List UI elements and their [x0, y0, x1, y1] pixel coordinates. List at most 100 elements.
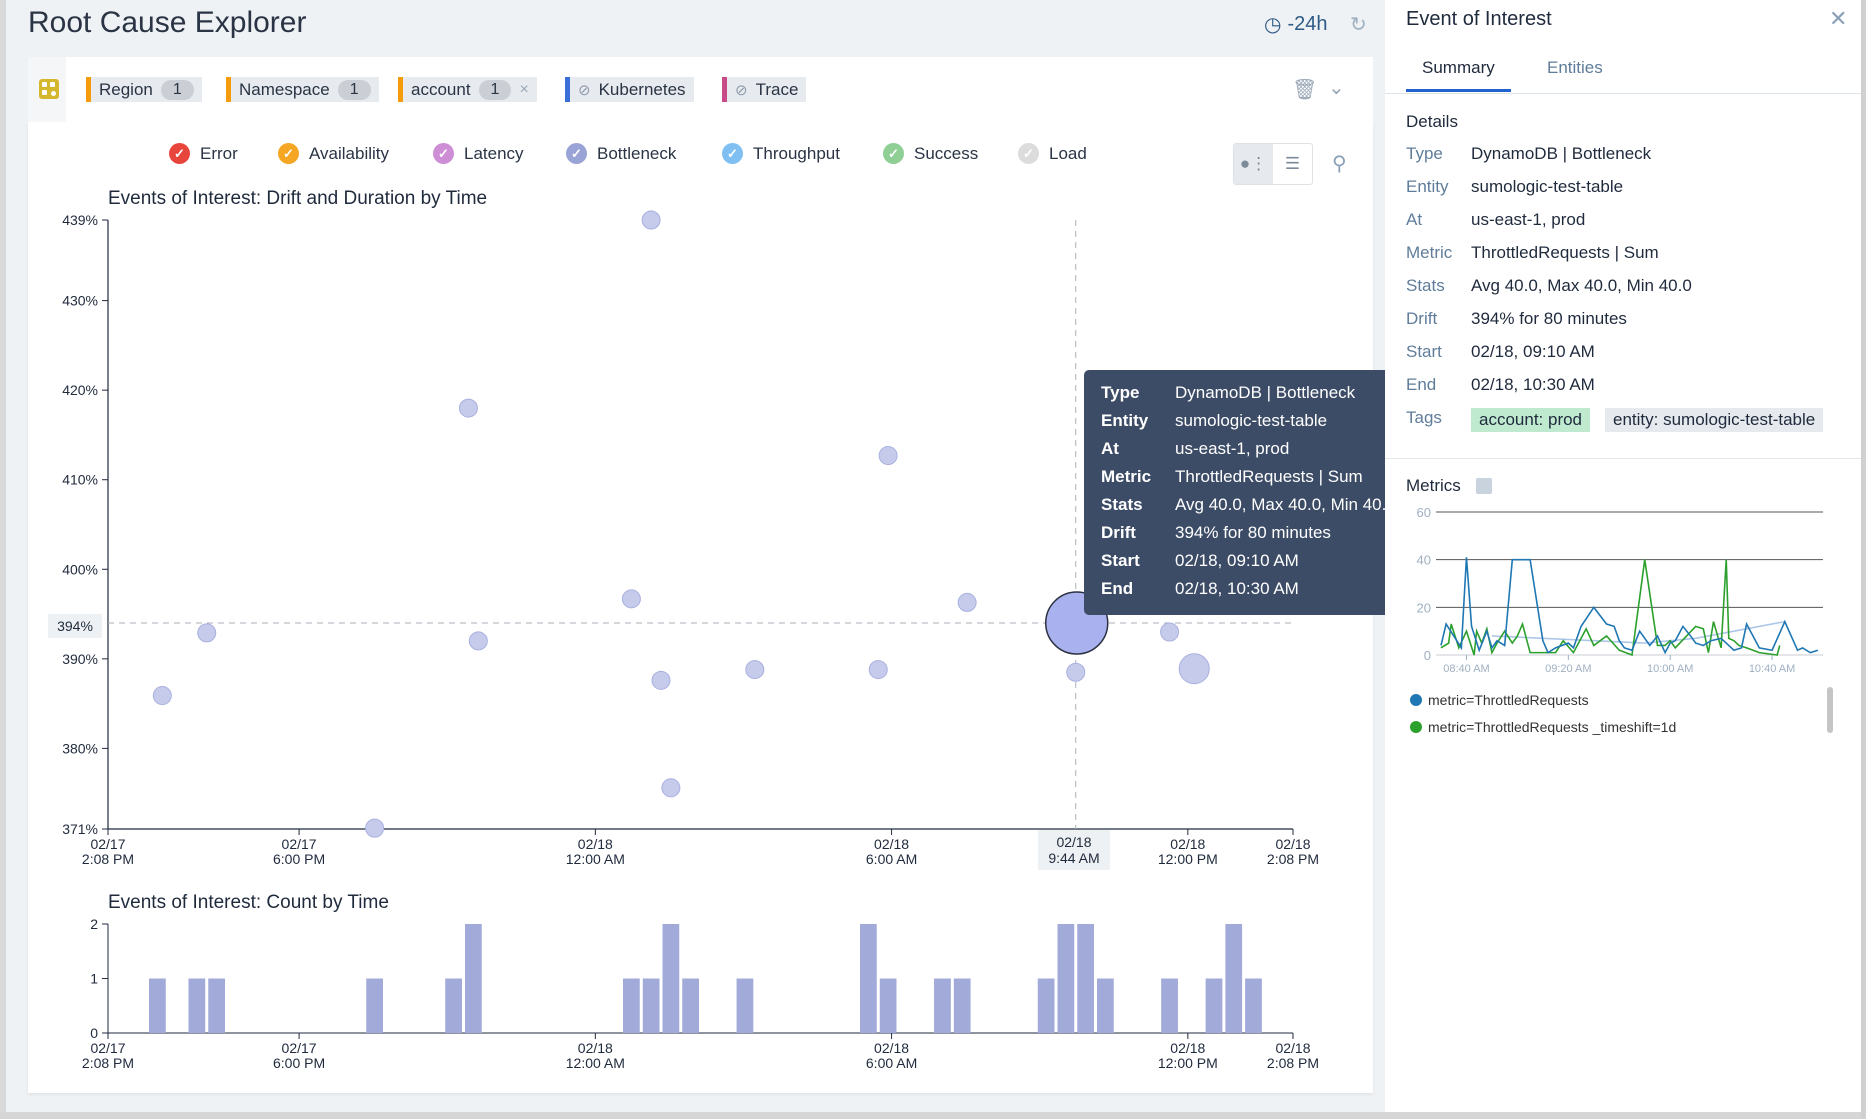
bar-x-tick-date: 02/18	[578, 1040, 613, 1056]
bar-y-tick-label: 1	[90, 971, 98, 987]
event-bubble[interactable]	[365, 818, 385, 838]
metrics-line-chart[interactable]: 0 20 40 60 08:40 AM 09:20 AM 10:00 AM 10:40 AM	[1385, 0, 1861, 700]
metrics-legend-item[interactable]: metric=ThrottledRequests	[1410, 692, 1589, 708]
metrics-series-line[interactable]	[1440, 557, 1819, 655]
scatter-x-tick-time: 12:00 AM	[566, 851, 625, 867]
count-bar[interactable]	[623, 978, 640, 1034]
bar-x-tick-date: 02/18	[1170, 1040, 1205, 1056]
scatter-x-tick-time: 6:00 AM	[866, 851, 917, 867]
bar-x-tick-time: 12:00 PM	[1158, 1055, 1218, 1071]
count-bar[interactable]	[188, 978, 206, 1034]
count-bar[interactable]	[736, 978, 754, 1034]
event-bubble[interactable]	[458, 398, 478, 418]
event-bubble[interactable]	[1066, 662, 1086, 682]
count-bar[interactable]	[662, 924, 680, 1033]
bar-x-tick-date: 02/18	[1275, 1040, 1310, 1056]
y-tick-label: 380%	[62, 740, 98, 756]
event-bubble[interactable]	[1178, 653, 1210, 685]
root-cause-explorer-panel: Root Cause Explorer ◷ -24h ↻ Region 1 Name…	[0, 0, 1414, 1112]
y-tick-label: 371%	[62, 821, 98, 837]
count-bar[interactable]	[1077, 924, 1094, 1033]
crosshair-x-label: 02/18 9:44 AM	[1038, 830, 1110, 870]
event-bubble[interactable]	[661, 778, 681, 798]
count-bar[interactable]	[1037, 978, 1055, 1034]
crosshair-x-date: 02/18	[1056, 834, 1092, 850]
bar-x-tick-time: 2:08 PM	[82, 1055, 134, 1071]
tooltip-row-start: Start 02/18, 09:10 AM	[1101, 551, 1299, 571]
tooltip-row-metric: Metric ThrottledRequests | Sum	[1101, 467, 1363, 487]
event-bubble[interactable]	[745, 660, 765, 680]
scatter-x-tick-time: 2:08 PM	[1267, 851, 1319, 867]
scatter-x-tick-time: 6:00 PM	[273, 851, 325, 867]
event-tooltip: Type DynamoDB | Bottleneck Entity sumologic…	[1084, 370, 1414, 615]
count-bar[interactable]	[879, 978, 897, 1034]
metrics-legend-label: metric=ThrottledRequests _timeshift=1d	[1428, 719, 1677, 735]
event-bubble[interactable]	[641, 210, 661, 230]
y-tick-label: 439%	[62, 212, 98, 228]
event-bubble[interactable]	[651, 670, 671, 690]
tooltip-value: 394% for 80 minutes	[1175, 523, 1331, 542]
event-bubble[interactable]	[468, 631, 488, 651]
count-bar[interactable]	[953, 978, 971, 1034]
event-bubble[interactable]	[957, 592, 977, 612]
metrics-x-tick-label: 10:00 AM	[1647, 663, 1693, 675]
metrics-legend-scrollbar[interactable]	[1827, 687, 1833, 733]
metrics-x-tick-label: 10:40 AM	[1749, 663, 1795, 675]
scatter-x-tick-date: 02/18	[1170, 836, 1205, 852]
count-bar[interactable]	[465, 924, 482, 1033]
count-bar[interactable]	[1097, 978, 1114, 1034]
tooltip-value: ThrottledRequests | Sum	[1175, 467, 1363, 486]
bar-y-tick-label: 0	[90, 1025, 98, 1041]
tooltip-row-stats: Stats Avg 40.0, Max 40.0, Min 40.0	[1101, 495, 1396, 515]
tooltip-key: Type	[1101, 383, 1140, 402]
count-bar[interactable]	[1057, 924, 1075, 1033]
tooltip-key: Metric	[1101, 467, 1152, 486]
tooltip-key: At	[1101, 439, 1119, 458]
tooltip-row-drift: Drift 394% for 80 minutes	[1101, 523, 1331, 543]
count-bar[interactable]	[1245, 978, 1262, 1034]
series-color-dot	[1410, 694, 1422, 706]
y-tick-label: 400%	[62, 561, 98, 577]
event-of-interest-panel: Event of Interest ✕ Summary Entities Det…	[1385, 0, 1861, 1112]
scatter-x-tick-date: 02/18	[578, 836, 613, 852]
event-bubble[interactable]	[152, 686, 172, 706]
count-bar[interactable]	[642, 978, 660, 1034]
y-tick-label: 430%	[62, 293, 98, 309]
series-color-dot	[1410, 721, 1422, 733]
tooltip-value: us-east-1, prod	[1175, 439, 1290, 458]
metrics-legend-item[interactable]: metric=ThrottledRequests _timeshift=1d	[1410, 719, 1676, 735]
crosshair-y-label: 394%	[48, 614, 102, 638]
count-bar[interactable]	[1161, 978, 1178, 1034]
count-bar[interactable]	[1205, 978, 1223, 1034]
event-bubble[interactable]	[1160, 622, 1180, 642]
bar-x-tick-date: 02/17	[282, 1040, 317, 1056]
bar-x-tick-date: 02/17	[90, 1040, 125, 1056]
scatter-x-tick-date: 02/18	[1275, 836, 1310, 852]
window-scrollbar[interactable]	[1861, 0, 1866, 1119]
bar-x-tick-time: 6:00 PM	[273, 1055, 325, 1071]
event-bubble[interactable]	[878, 446, 898, 466]
tooltip-key: Drift	[1101, 523, 1136, 542]
count-bar[interactable]	[366, 978, 383, 1034]
metrics-y-tick-label: 20	[1417, 600, 1431, 615]
tooltip-row-end: End 02/18, 10:30 AM	[1101, 579, 1299, 599]
count-bar[interactable]	[682, 978, 699, 1034]
count-bar[interactable]	[860, 924, 877, 1033]
count-bar[interactable]	[149, 978, 166, 1034]
metrics-legend-label: metric=ThrottledRequests	[1428, 692, 1589, 708]
count-bar[interactable]	[445, 978, 462, 1034]
metrics-y-tick-label: 40	[1417, 553, 1431, 568]
count-bar[interactable]	[1225, 924, 1243, 1033]
crosshair-x-time: 9:44 AM	[1048, 850, 1100, 866]
metrics-x-tick-label: 08:40 AM	[1443, 663, 1489, 675]
count-bar[interactable]	[208, 978, 225, 1034]
event-bubble[interactable]	[868, 660, 888, 680]
event-bubble[interactable]	[621, 589, 641, 609]
y-tick-label: 420%	[62, 382, 98, 398]
count-bar[interactable]	[934, 978, 951, 1034]
event-bubble[interactable]	[197, 623, 217, 643]
bar-x-tick-time: 12:00 AM	[566, 1055, 625, 1071]
y-tick-label: 410%	[62, 472, 98, 488]
bar-x-tick-time: 6:00 AM	[866, 1055, 917, 1071]
bar-x-tick-date: 02/18	[874, 1040, 909, 1056]
